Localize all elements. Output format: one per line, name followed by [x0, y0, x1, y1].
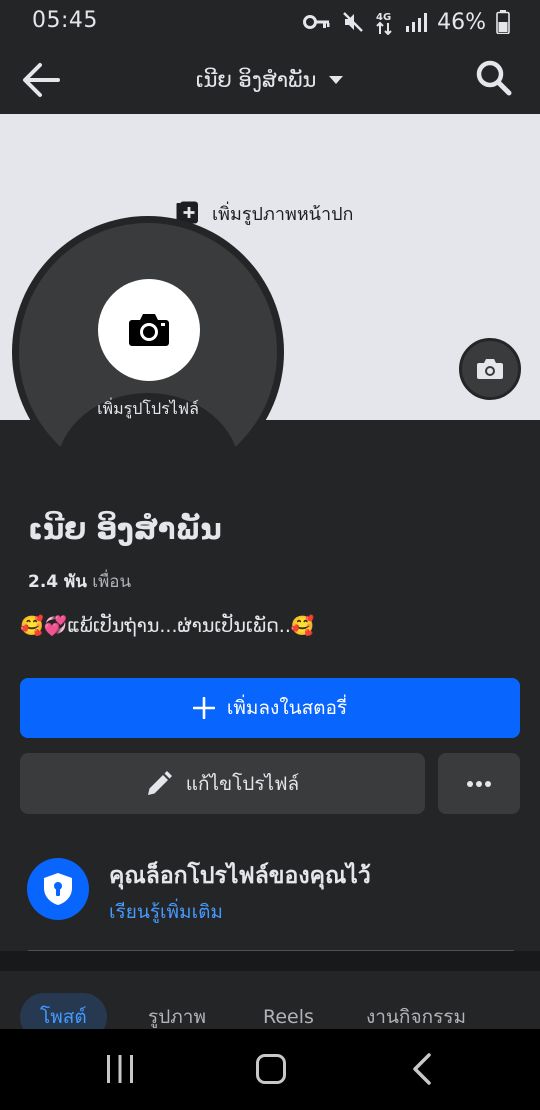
top-nav: ເນີຍ ອິງສຳພັນ [0, 44, 540, 114]
avatar[interactable]: เพิ่มรูปโปรไฟล์ [19, 223, 277, 481]
mute-icon [343, 12, 363, 32]
locked-profile-title: คุณล็อกโปรไฟล์ของคุณไว้ [109, 863, 371, 889]
add-cover-photo-label: เพิ่มรูปภาพหน้าปก [212, 203, 354, 225]
edit-profile-label: แก้ไขโปรไฟล์ [185, 772, 300, 795]
tab-posts[interactable]: โพสต์ [20, 993, 107, 1029]
tab-events[interactable]: งานกิจกรรม [346, 993, 486, 1029]
back-arrow-icon [23, 63, 60, 97]
android-nav-bar [0, 1029, 540, 1110]
recents-icon[interactable] [104, 1054, 136, 1084]
more-options-button[interactable] [438, 753, 520, 814]
more-icon [467, 780, 491, 787]
battery-percent: 46% [437, 9, 486, 35]
add-to-story-button[interactable]: เพิ่มลงในสตอรี่ [20, 678, 520, 738]
nav-title: ເນີຍ ອິງສຳພັນ [195, 68, 317, 92]
back-button[interactable] [20, 60, 62, 100]
camera-icon [129, 314, 169, 346]
chevron-down-icon [329, 76, 344, 84]
friends-label: เพื่อน [92, 572, 132, 592]
add-to-story-label: เพิ่มลงในสตอรี่ [226, 697, 348, 719]
status-icons: 4G 46% [303, 8, 510, 36]
friends-count: 2.4 พัน [28, 572, 87, 592]
search-button[interactable] [474, 58, 514, 98]
network-4g-icon: 4G [376, 12, 392, 35]
profile-switcher[interactable]: ເນີຍ ອິງສຳພັນ [140, 64, 400, 96]
key-icon [303, 15, 330, 29]
profile-tabs: โพสต์ รูปภาพ Reels งานกิจกรรม [0, 971, 540, 1029]
status-time: 05:45 [32, 8, 98, 33]
add-cover-photo-button[interactable]: เพิ่มรูปภาพหน้าปก [176, 200, 353, 226]
edit-profile-button[interactable]: แก้ไขโปรไฟล์ [20, 753, 425, 814]
nav-back-icon[interactable] [410, 1053, 434, 1085]
tab-photos[interactable]: รูปภาพ [128, 993, 226, 1029]
learn-more-link[interactable]: เรียนรู้เพิ่มเติม [109, 897, 223, 927]
search-icon [476, 60, 512, 96]
friends-count-line[interactable]: 2.4 พัน เพื่อน [28, 568, 131, 595]
network-label: 4G [376, 12, 391, 23]
pencil-icon [147, 770, 172, 795]
section-gap [0, 951, 540, 971]
status-bar: 05:45 4G 46% [0, 0, 540, 44]
camera-icon [477, 359, 503, 379]
profile-name: ເນີຍ ອິງສຳພັນ [28, 512, 222, 546]
home-icon[interactable] [256, 1054, 286, 1084]
locked-profile-badge [27, 858, 89, 920]
shield-lock-icon [44, 873, 72, 905]
battery-icon [496, 10, 510, 34]
tab-reels[interactable]: Reels [243, 993, 334, 1029]
cover-camera-button[interactable] [459, 338, 521, 400]
signal-icon [406, 13, 428, 32]
add-profile-photo-button[interactable] [98, 279, 200, 381]
plus-icon [192, 697, 215, 719]
add-profile-photo-label: เพิ่มรูปโปรไฟล์ [97, 399, 199, 418]
profile-bio: 🥰💞ແພ້ເປັນຖ່ານ...ຜ່ານເປັນເພັດ..🥰 [20, 615, 315, 637]
